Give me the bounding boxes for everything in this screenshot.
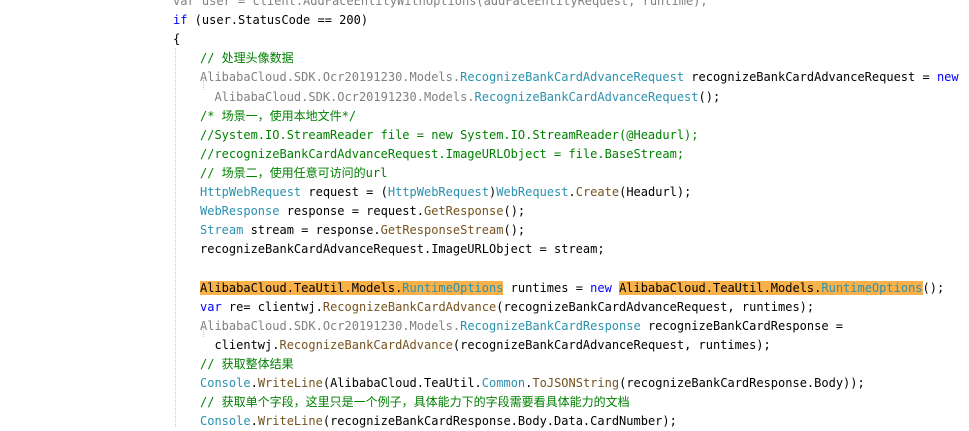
code-token: AlibabaCloud.SDK.Ocr20191230.Models.: [200, 318, 461, 333]
code-line[interactable]: AlibabaCloud.SDK.Ocr20191230.Models.Reco…: [200, 68, 959, 87]
code-token: recognizeBankCardAdvanceRequest.ImageURL…: [200, 242, 605, 257]
code-token: Console: [200, 376, 251, 390]
code-token: (recognizeBankCardAdvanceRequest, runtim…: [452, 337, 771, 352]
code-token: Create: [575, 185, 620, 199]
code-line[interactable]: var user = client.AddFaceEntityWithOptio…: [173, 0, 708, 11]
code-token: clientwj.: [200, 337, 280, 352]
code-token: new: [590, 280, 612, 295]
code-token: Common: [481, 376, 526, 390]
code-token: (Headurl);: [619, 185, 692, 199]
code-token: (recognizeBankCardResponse.Body));: [619, 376, 865, 390]
code-token: //recognizeBankCardAdvanceRequest.ImageU…: [200, 146, 685, 161]
code-token: (recognizeBankCardResponse.Body.Data.Car…: [322, 414, 677, 429]
code-token: AlibabaCloud.TeaUtil.Models.: [200, 280, 403, 295]
code-token: AlibabaCloud.SDK.Ocr20191230.Models.: [200, 70, 461, 85]
code-line[interactable]: // 获取单个字段，这里只是一个例子，具体能力下的字段需要看具体能力的文档: [200, 393, 630, 412]
code-token: ();: [503, 204, 526, 219]
code-token: Console: [200, 414, 251, 429]
code-token: RuntimeOptions: [821, 280, 923, 295]
code-line[interactable]: {: [173, 30, 180, 49]
code-token: RecognizeBankCardAdvanceRequest: [474, 89, 699, 104]
code-token: HttpWebRequest: [387, 185, 490, 199]
code-token: RuntimeOptions: [402, 280, 504, 295]
code-line[interactable]: // 场景二，使用任意可访问的url: [200, 164, 387, 183]
code-line[interactable]: Console.WriteLine(recognizeBankCardRespo…: [200, 412, 677, 431]
code-line[interactable]: // 处理头像数据: [200, 49, 294, 68]
code-token: .: [250, 414, 258, 429]
code-line[interactable]: Stream stream = response.GetResponseStre…: [200, 221, 525, 240]
code-token: request = (: [301, 185, 388, 199]
code-token: re= clientwj.: [221, 299, 323, 314]
code-line[interactable]: var re= clientwj.RecognizeBankCardAdvanc…: [200, 298, 814, 317]
code-token: // 获取整体结果: [200, 356, 294, 371]
code-line[interactable]: recognizeBankCardAdvanceRequest.ImageURL…: [200, 240, 605, 259]
code-token: stream = response.: [243, 223, 381, 238]
code-token: // 场景二，使用任意可访问的url: [200, 165, 388, 180]
code-line[interactable]: WebResponse response = request.GetRespon…: [200, 202, 525, 221]
code-line[interactable]: if (user.StatusCode == 200): [173, 11, 368, 30]
code-token: /* 场景一，使用本地文件*/: [200, 108, 357, 123]
code-token: GetResponseStream: [380, 223, 504, 238]
code-token: (recognizeBankCardAdvanceRequest, runtim…: [496, 299, 815, 314]
code-line[interactable]: AlibabaCloud.TeaUtil.Models.RuntimeOptio…: [200, 279, 944, 298]
code-token: recognizeBankCardAdvanceRequest =: [684, 70, 937, 85]
code-token: AlibabaCloud.TeaUtil.Models.: [619, 280, 822, 295]
code-token: var: [200, 299, 222, 314]
code-token: Stream: [200, 223, 244, 238]
code-token: if: [173, 13, 188, 28]
code-token: WebResponse: [200, 204, 280, 219]
code-token: AlibabaCloud.SDK.Ocr20191230.Models.: [200, 89, 475, 104]
code-token: //System.IO.StreamReader file = new Syst…: [200, 127, 699, 142]
code-token: {: [173, 32, 181, 47]
code-token: .: [250, 376, 258, 390]
code-token: (user.StatusCode == 200): [187, 13, 369, 28]
code-token: runtimes =: [503, 280, 591, 295]
code-token: WriteLine: [257, 376, 323, 390]
code-line[interactable]: AlibabaCloud.SDK.Ocr20191230.Models.Reco…: [200, 317, 843, 336]
code-token: RecognizeBankCardResponse: [460, 318, 641, 333]
code-token: ();: [698, 89, 721, 104]
code-token: RecognizeBankCardAdvance: [322, 299, 497, 314]
code-line[interactable]: Console.WriteLine(AlibabaCloud.TeaUtil.C…: [200, 374, 865, 393]
code-token: GetResponse: [423, 204, 504, 219]
code-line[interactable]: AlibabaCloud.SDK.Ocr20191230.Models.Reco…: [200, 88, 720, 107]
code-token: (AlibabaCloud.TeaUtil.: [322, 376, 482, 390]
code-line[interactable]: // 获取整体结果: [200, 355, 294, 374]
code-line[interactable]: /* 场景一，使用本地文件*/: [200, 107, 356, 126]
code-token: ToJSONString: [532, 376, 620, 390]
code-line[interactable]: //System.IO.StreamReader file = new Syst…: [200, 126, 699, 145]
code-token: HttpWebRequest: [200, 185, 302, 199]
code-line[interactable]: //recognizeBankCardAdvanceRequest.ImageU…: [200, 145, 684, 164]
code-token: new: [936, 70, 959, 85]
code-token: var user = client.AddFaceEntityWithOptio…: [173, 0, 708, 8]
code-line[interactable]: clientwj.RecognizeBankCardAdvance(recogn…: [200, 336, 771, 355]
code-token: RecognizeBankCardAdvance: [279, 337, 453, 352]
code-token: .: [568, 185, 576, 199]
code-token: WriteLine: [257, 414, 323, 429]
code-token: recognizeBankCardResponse =: [640, 318, 844, 333]
code-token: response = request.: [279, 204, 424, 219]
code-token: // 处理头像数据: [200, 51, 294, 66]
code-token: RecognizeBankCardAdvanceRequest: [460, 70, 685, 85]
code-token: // 获取单个字段，这里只是一个例子，具体能力下的字段需要看具体能力的文档: [200, 395, 630, 410]
code-token: ();: [922, 280, 945, 295]
code-line[interactable]: HttpWebRequest request = (HttpWebRequest…: [200, 183, 691, 202]
code-editor[interactable]: var user = client.AddFaceEntityWithOptio…: [0, 0, 969, 428]
code-token: ();: [503, 223, 526, 238]
code-token: WebRequest: [496, 185, 569, 199]
